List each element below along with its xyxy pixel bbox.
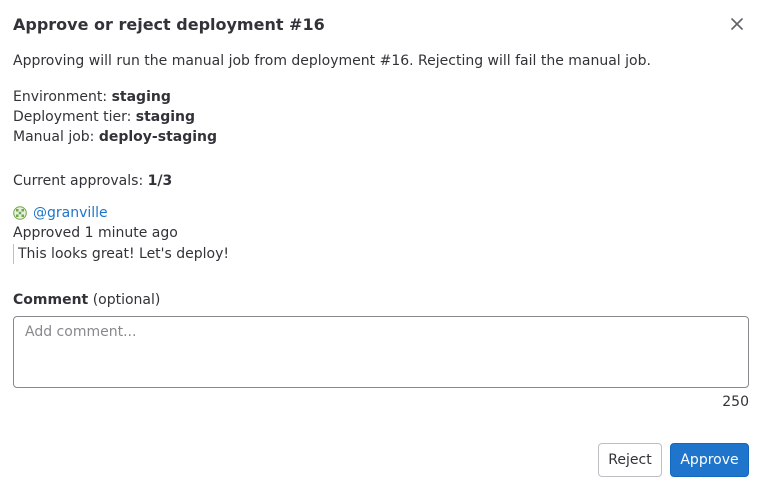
- identicon-avatar: [13, 206, 27, 220]
- approve-button[interactable]: Approve: [670, 443, 749, 477]
- modal-title: Approve or reject deployment #16: [13, 15, 325, 34]
- approver-user: @granville: [13, 203, 108, 223]
- comment-optional-text: (optional): [92, 292, 161, 308]
- manual-job-row: Manual job: deploy-staging: [13, 127, 217, 147]
- comment-label-text: Comment: [13, 292, 89, 308]
- modal-description: Approving will run the manual job from d…: [13, 53, 651, 69]
- approval-modal: Approve or reject deployment #16 Approvi…: [0, 0, 763, 490]
- deployment-tier-label: Deployment tier:: [13, 109, 132, 125]
- environment-label: Environment:: [13, 89, 108, 105]
- comment-char-counter: 250: [722, 394, 749, 410]
- close-icon: [731, 18, 743, 30]
- environment-row: Environment: staging: [13, 87, 171, 107]
- environment-value: staging: [111, 89, 171, 105]
- deployment-tier-value: staging: [135, 109, 196, 125]
- approval-status: Approved 1 minute ago: [13, 225, 178, 241]
- current-approvals-row: Current approvals: 1/3: [13, 171, 172, 191]
- current-approvals-label: Current approvals:: [13, 173, 144, 189]
- current-approvals-value: 1/3: [147, 173, 173, 189]
- manual-job-value: deploy-staging: [98, 129, 218, 145]
- comment-input[interactable]: [13, 316, 749, 388]
- reject-button[interactable]: Reject: [598, 443, 662, 477]
- comment-label: Comment (optional): [13, 290, 160, 310]
- approver-username-link[interactable]: @granville: [33, 205, 108, 221]
- approval-comment: This looks great! Let's deploy!: [13, 244, 229, 264]
- deployment-tier-row: Deployment tier: staging: [13, 107, 195, 127]
- close-button[interactable]: [726, 13, 748, 35]
- manual-job-label: Manual job:: [13, 129, 95, 145]
